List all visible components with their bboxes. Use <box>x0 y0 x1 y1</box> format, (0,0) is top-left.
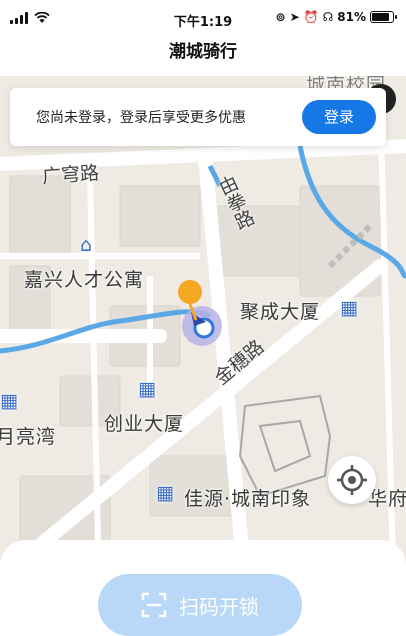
poi-label-jiayuan[interactable]: 佳源·城南印象 <box>184 484 311 511</box>
scan-unlock-label: 扫码开锁 <box>179 594 259 619</box>
crosshair-icon <box>337 465 367 495</box>
location-arrow-icon: ➤ <box>289 10 300 24</box>
building-icon: ▦ <box>138 378 157 400</box>
building-icon: ▦ <box>0 390 19 412</box>
scan-icon <box>141 592 167 618</box>
headphones-icon: ☊ <box>322 10 334 24</box>
locate-button[interactable] <box>328 456 376 504</box>
battery-fill <box>372 13 389 21</box>
battery-icon <box>370 11 397 23</box>
poi-label-yueliangwan[interactable]: 月亮湾 <box>0 422 56 449</box>
scan-unlock-button[interactable]: 扫码开锁 <box>98 574 302 636</box>
title-bar: 潮城骑行 <box>0 36 406 76</box>
road-label-guangqiong: 广穹路 <box>41 162 100 188</box>
poi-icon-home: ⌂ <box>80 234 94 256</box>
poi-label-chuangye[interactable]: 创业大厦 <box>104 409 184 436</box>
page-title: 潮城骑行 <box>169 42 237 62</box>
poi-label-jucheng[interactable]: 聚成大厦 <box>240 297 320 324</box>
battery-percent: 81% <box>337 10 366 24</box>
rotation-lock-icon: ⊚ <box>275 10 286 24</box>
login-banner: 您尚未登录，登录后享受更多优惠 登录 <box>10 88 386 146</box>
login-prompt-text: 您尚未登录，登录后享受更多优惠 <box>36 110 246 126</box>
bottom-sheet: 扫码开锁 <box>0 540 406 636</box>
building-icon: ▦ <box>156 482 175 504</box>
status-right: ⊚ ➤ ⏰ ☊ 81% <box>275 10 397 24</box>
poi-label-rencai[interactable]: 嘉兴人才公寓 <box>24 265 144 292</box>
alarm-icon: ⏰ <box>303 10 319 24</box>
status-bar: 下午1:19 ⊚ ➤ ⏰ ☊ 81% <box>0 0 406 36</box>
building-icon: ▦ <box>340 297 359 319</box>
login-button[interactable]: 登录 <box>302 100 376 134</box>
